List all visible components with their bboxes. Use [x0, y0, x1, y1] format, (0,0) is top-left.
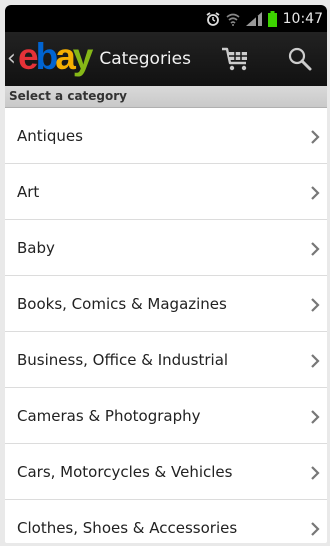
chevron-right-icon [311, 241, 320, 256]
logo-letter-y: y [72, 35, 94, 77]
chevron-right-icon [311, 353, 320, 368]
category-label: Art [17, 182, 40, 201]
category-label: Clothes, Shoes & Accessories [17, 518, 238, 537]
section-header: Select a category [5, 86, 327, 108]
cart-icon[interactable] [221, 46, 251, 72]
category-list: Antiques Art Baby Books, Comics & Magazi… [5, 108, 327, 543]
chevron-right-icon [311, 409, 320, 424]
search-icon[interactable] [286, 45, 314, 73]
phone-screen: 10:47 ‹ ebay Categories Select a categor… [5, 5, 327, 543]
chevron-right-icon [311, 129, 320, 144]
chevron-right-icon [311, 185, 320, 200]
alarm-icon [206, 11, 220, 26]
battery-icon [267, 10, 277, 27]
category-label: Cars, Motorcycles & Vehicles [17, 462, 233, 481]
ebay-logo[interactable]: ebay [18, 35, 94, 77]
clock: 10:47 [282, 10, 323, 27]
status-bar: 10:47 [5, 5, 327, 32]
category-row-business[interactable]: Business, Office & Industrial [5, 332, 327, 388]
back-chevron-icon[interactable]: ‹ [7, 48, 17, 70]
category-row-cameras[interactable]: Cameras & Photography [5, 388, 327, 444]
category-row-antiques[interactable]: Antiques [5, 108, 327, 164]
chevron-right-icon [311, 521, 320, 536]
category-label: Cameras & Photography [17, 406, 201, 425]
chevron-right-icon [311, 465, 320, 480]
category-row-baby[interactable]: Baby [5, 220, 327, 276]
signal-icon [245, 11, 262, 26]
category-row-cars[interactable]: Cars, Motorcycles & Vehicles [5, 444, 327, 500]
category-label: Books, Comics & Magazines [17, 294, 227, 313]
category-label: Baby [17, 238, 55, 257]
category-row-art[interactable]: Art [5, 164, 327, 220]
page-title: Categories [99, 49, 191, 69]
logo-letter-b: b [35, 35, 59, 77]
category-row-clothes[interactable]: Clothes, Shoes & Accessories [5, 500, 327, 543]
category-label: Antiques [17, 126, 83, 145]
logo-letter-a: a [55, 35, 76, 77]
category-label: Business, Office & Industrial [17, 350, 229, 369]
action-bar: ‹ ebay Categories [5, 32, 327, 86]
category-row-books[interactable]: Books, Comics & Magazines [5, 276, 327, 332]
chevron-right-icon [311, 297, 320, 312]
logo-letter-e: e [18, 35, 39, 77]
wifi-icon [226, 12, 240, 26]
